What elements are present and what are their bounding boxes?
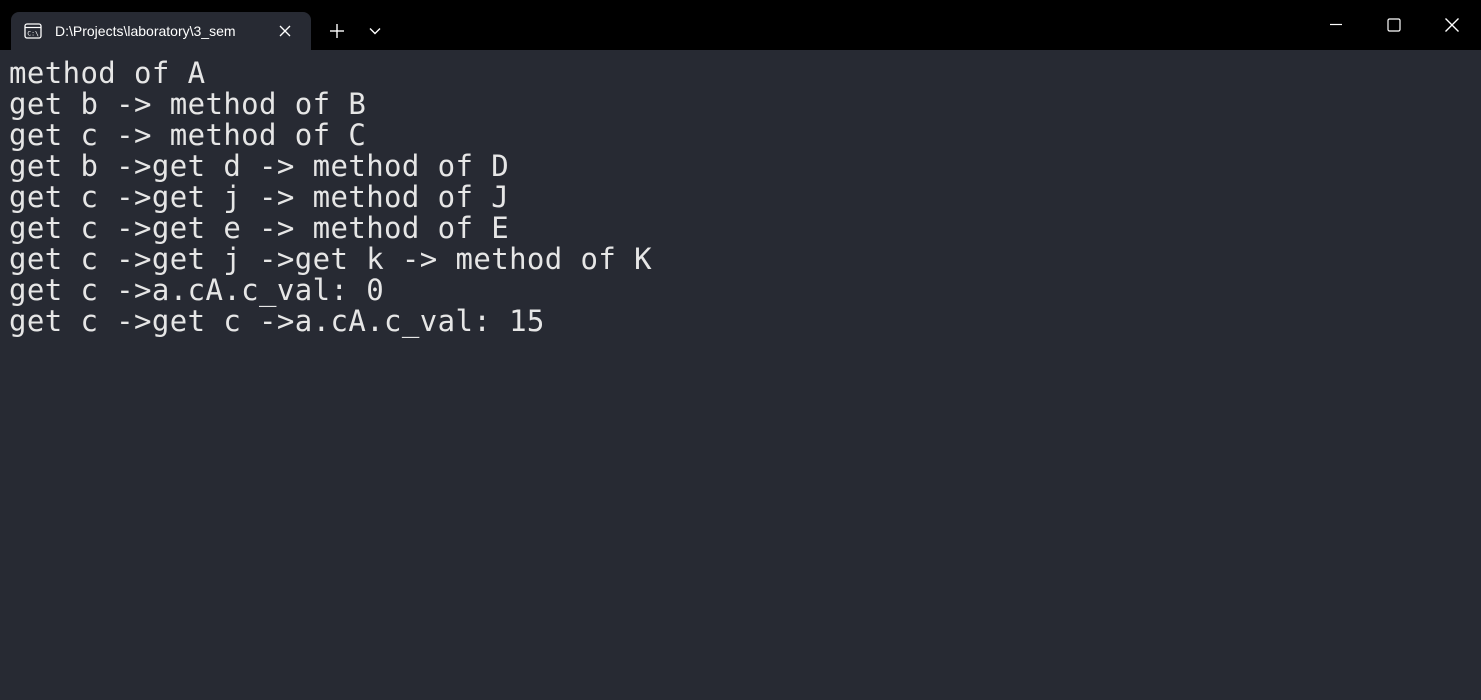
- output-line: get b -> method of B: [9, 87, 367, 121]
- terminal-window: C:\ D:\Projects\laboratory\3_sem method …: [0, 0, 1481, 700]
- tab-title: D:\Projects\laboratory\3_sem: [55, 23, 236, 39]
- title-bar: C:\ D:\Projects\laboratory\3_sem: [0, 0, 1481, 50]
- minimize-button[interactable]: [1307, 0, 1365, 50]
- close-icon: [1445, 18, 1459, 32]
- output-line: method of A: [9, 56, 206, 90]
- chevron-down-icon: [369, 28, 381, 35]
- output-line: get b ->get d -> method of D: [9, 149, 510, 183]
- minimize-icon: [1330, 23, 1342, 26]
- close-window-button[interactable]: [1423, 0, 1481, 50]
- plus-icon: [330, 24, 344, 38]
- tab-dropdown-button[interactable]: [363, 19, 387, 43]
- output-line: get c ->a.cA.c_val: 0: [9, 273, 385, 307]
- output-line: get c ->get c ->a.cA.c_val: 15: [9, 304, 545, 338]
- tab-close-icon[interactable]: [276, 22, 294, 40]
- output-line: get c -> method of C: [9, 118, 367, 152]
- svg-text:C:\: C:\: [27, 30, 39, 38]
- output-lines: method of A get b -> method of B get c -…: [9, 58, 652, 337]
- maximize-icon: [1387, 18, 1401, 32]
- output-line: get c ->get j -> method of J: [9, 180, 510, 214]
- output-line: get c ->get j ->get k -> method of K: [9, 242, 652, 276]
- new-tab-button[interactable]: [325, 19, 349, 43]
- tab-active[interactable]: C:\ D:\Projects\laboratory\3_sem: [11, 12, 311, 50]
- terminal-output[interactable]: method of A get b -> method of B get c -…: [0, 50, 1481, 700]
- maximize-button[interactable]: [1365, 0, 1423, 50]
- terminal-icon: C:\: [24, 22, 42, 40]
- output-line: get c ->get e -> method of E: [9, 211, 510, 245]
